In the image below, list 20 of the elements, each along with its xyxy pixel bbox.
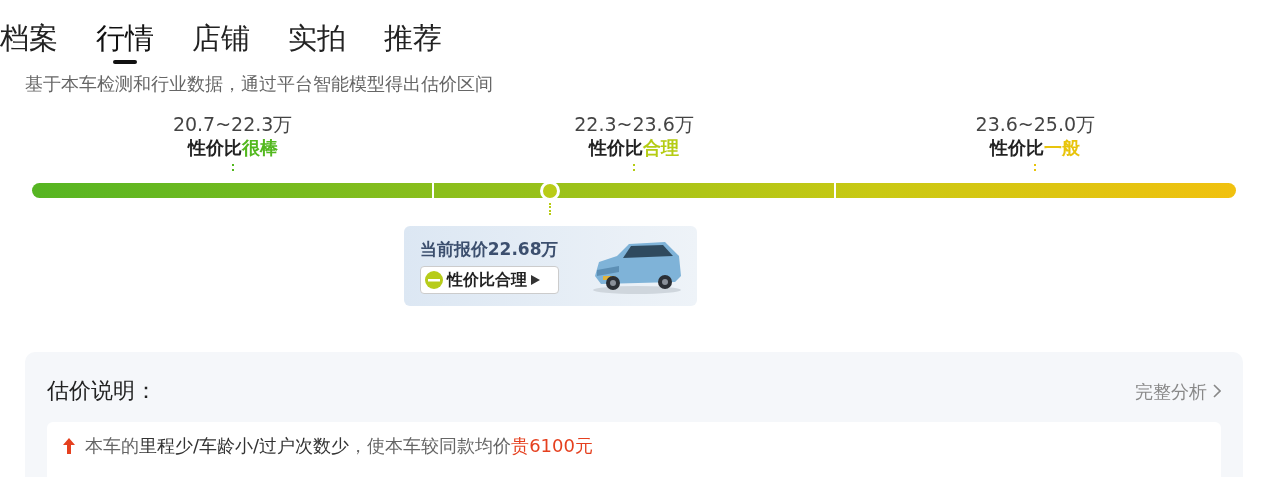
rating-icon xyxy=(424,271,443,289)
description: 基于本车检测和行业数据，通过平台智能模型得出估价区间 xyxy=(25,72,494,96)
tab[interactable]: 实拍 xyxy=(288,18,346,58)
price-range: 22.3~23.6万 xyxy=(574,112,694,136)
price-range: 23.6~25.0万 xyxy=(975,112,1096,136)
arrow-up-icon xyxy=(63,438,75,454)
rating-badge[interactable]: 性价比合理 xyxy=(419,266,559,294)
rating-label: 性价比很棒 xyxy=(187,136,278,160)
tab[interactable]: 档案 xyxy=(0,18,58,58)
rating-label: 性价比一般 xyxy=(990,136,1081,160)
current-price: 当前报价22.68万 xyxy=(419,238,559,260)
section-title: 估价说明： xyxy=(47,377,157,405)
chevron-right-icon xyxy=(1213,384,1221,398)
play-icon xyxy=(530,275,540,285)
explanation-text: 本车的里程少/车龄小/过户次数少，使本车较同款均价贵6100元 xyxy=(85,434,593,458)
price-range: 20.7~22.3万 xyxy=(172,112,293,136)
tab[interactable]: 行情 xyxy=(96,18,154,58)
tab[interactable]: 店铺 xyxy=(192,18,250,58)
tab[interactable]: 推荐 xyxy=(384,18,442,58)
rating-label: 性价比合理 xyxy=(589,136,679,160)
